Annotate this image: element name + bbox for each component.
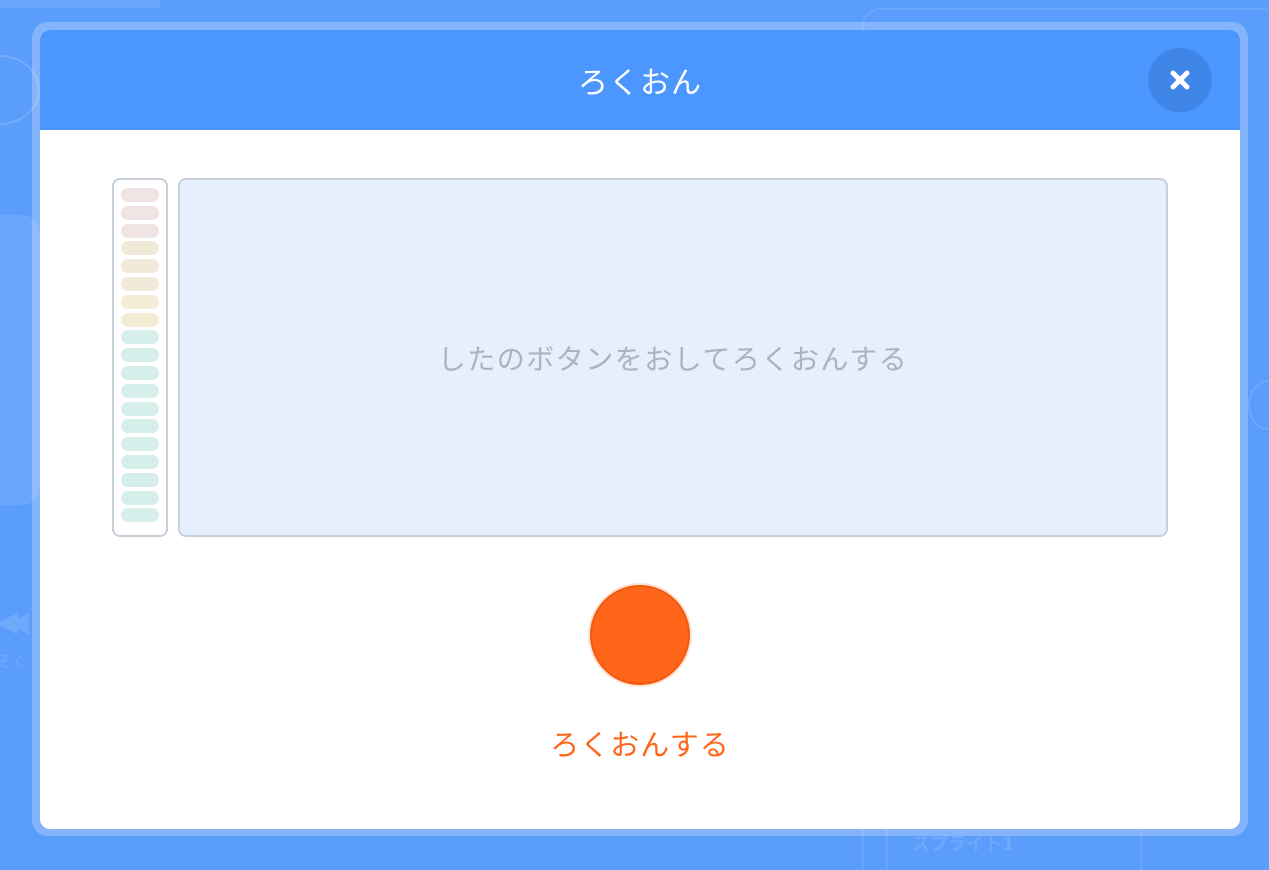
level-meter-bar (121, 348, 159, 363)
close-x-icon (1170, 70, 1190, 90)
record-dot-icon (590, 585, 690, 685)
modal-title: ろくおん (578, 66, 702, 101)
modal-header: ろくおん (40, 30, 1240, 130)
close-button[interactable] (1148, 48, 1212, 112)
instruction-text: したのボタンをおしてろくおんする (437, 342, 909, 376)
level-meter (112, 178, 168, 537)
waveform-area: したのボタンをおしてろくおんする (178, 178, 1168, 537)
level-meter-bar (121, 437, 159, 452)
level-meter-bar (121, 401, 159, 416)
level-meter-bar (121, 223, 159, 238)
level-meter-bar (121, 188, 159, 202)
level-meter-bar (121, 259, 159, 274)
record-sound-modal: ろくおん したのボタンをおしてろくおんする ろくおんする (40, 30, 1240, 829)
level-meter-bar (121, 330, 159, 345)
level-meter-bar (121, 454, 159, 469)
background-topbar (0, 0, 160, 8)
record-label[interactable]: ろくおんする (40, 722, 1240, 764)
level-meter-bar (121, 294, 159, 309)
record-button[interactable] (588, 583, 692, 687)
level-meter-bar (121, 419, 159, 434)
level-meter-bar (121, 276, 159, 291)
rewind-icon: ◀◀ (0, 605, 29, 638)
level-meter-bar (121, 508, 159, 523)
level-meter-bar (121, 472, 159, 487)
level-meter-bar (121, 205, 159, 220)
level-meter-bar (121, 312, 159, 327)
level-meter-bar (121, 383, 159, 398)
level-meter-bar (121, 490, 159, 505)
level-meter-bar (121, 365, 159, 380)
background-label: そく (0, 652, 29, 671)
level-meter-bar (121, 241, 159, 256)
